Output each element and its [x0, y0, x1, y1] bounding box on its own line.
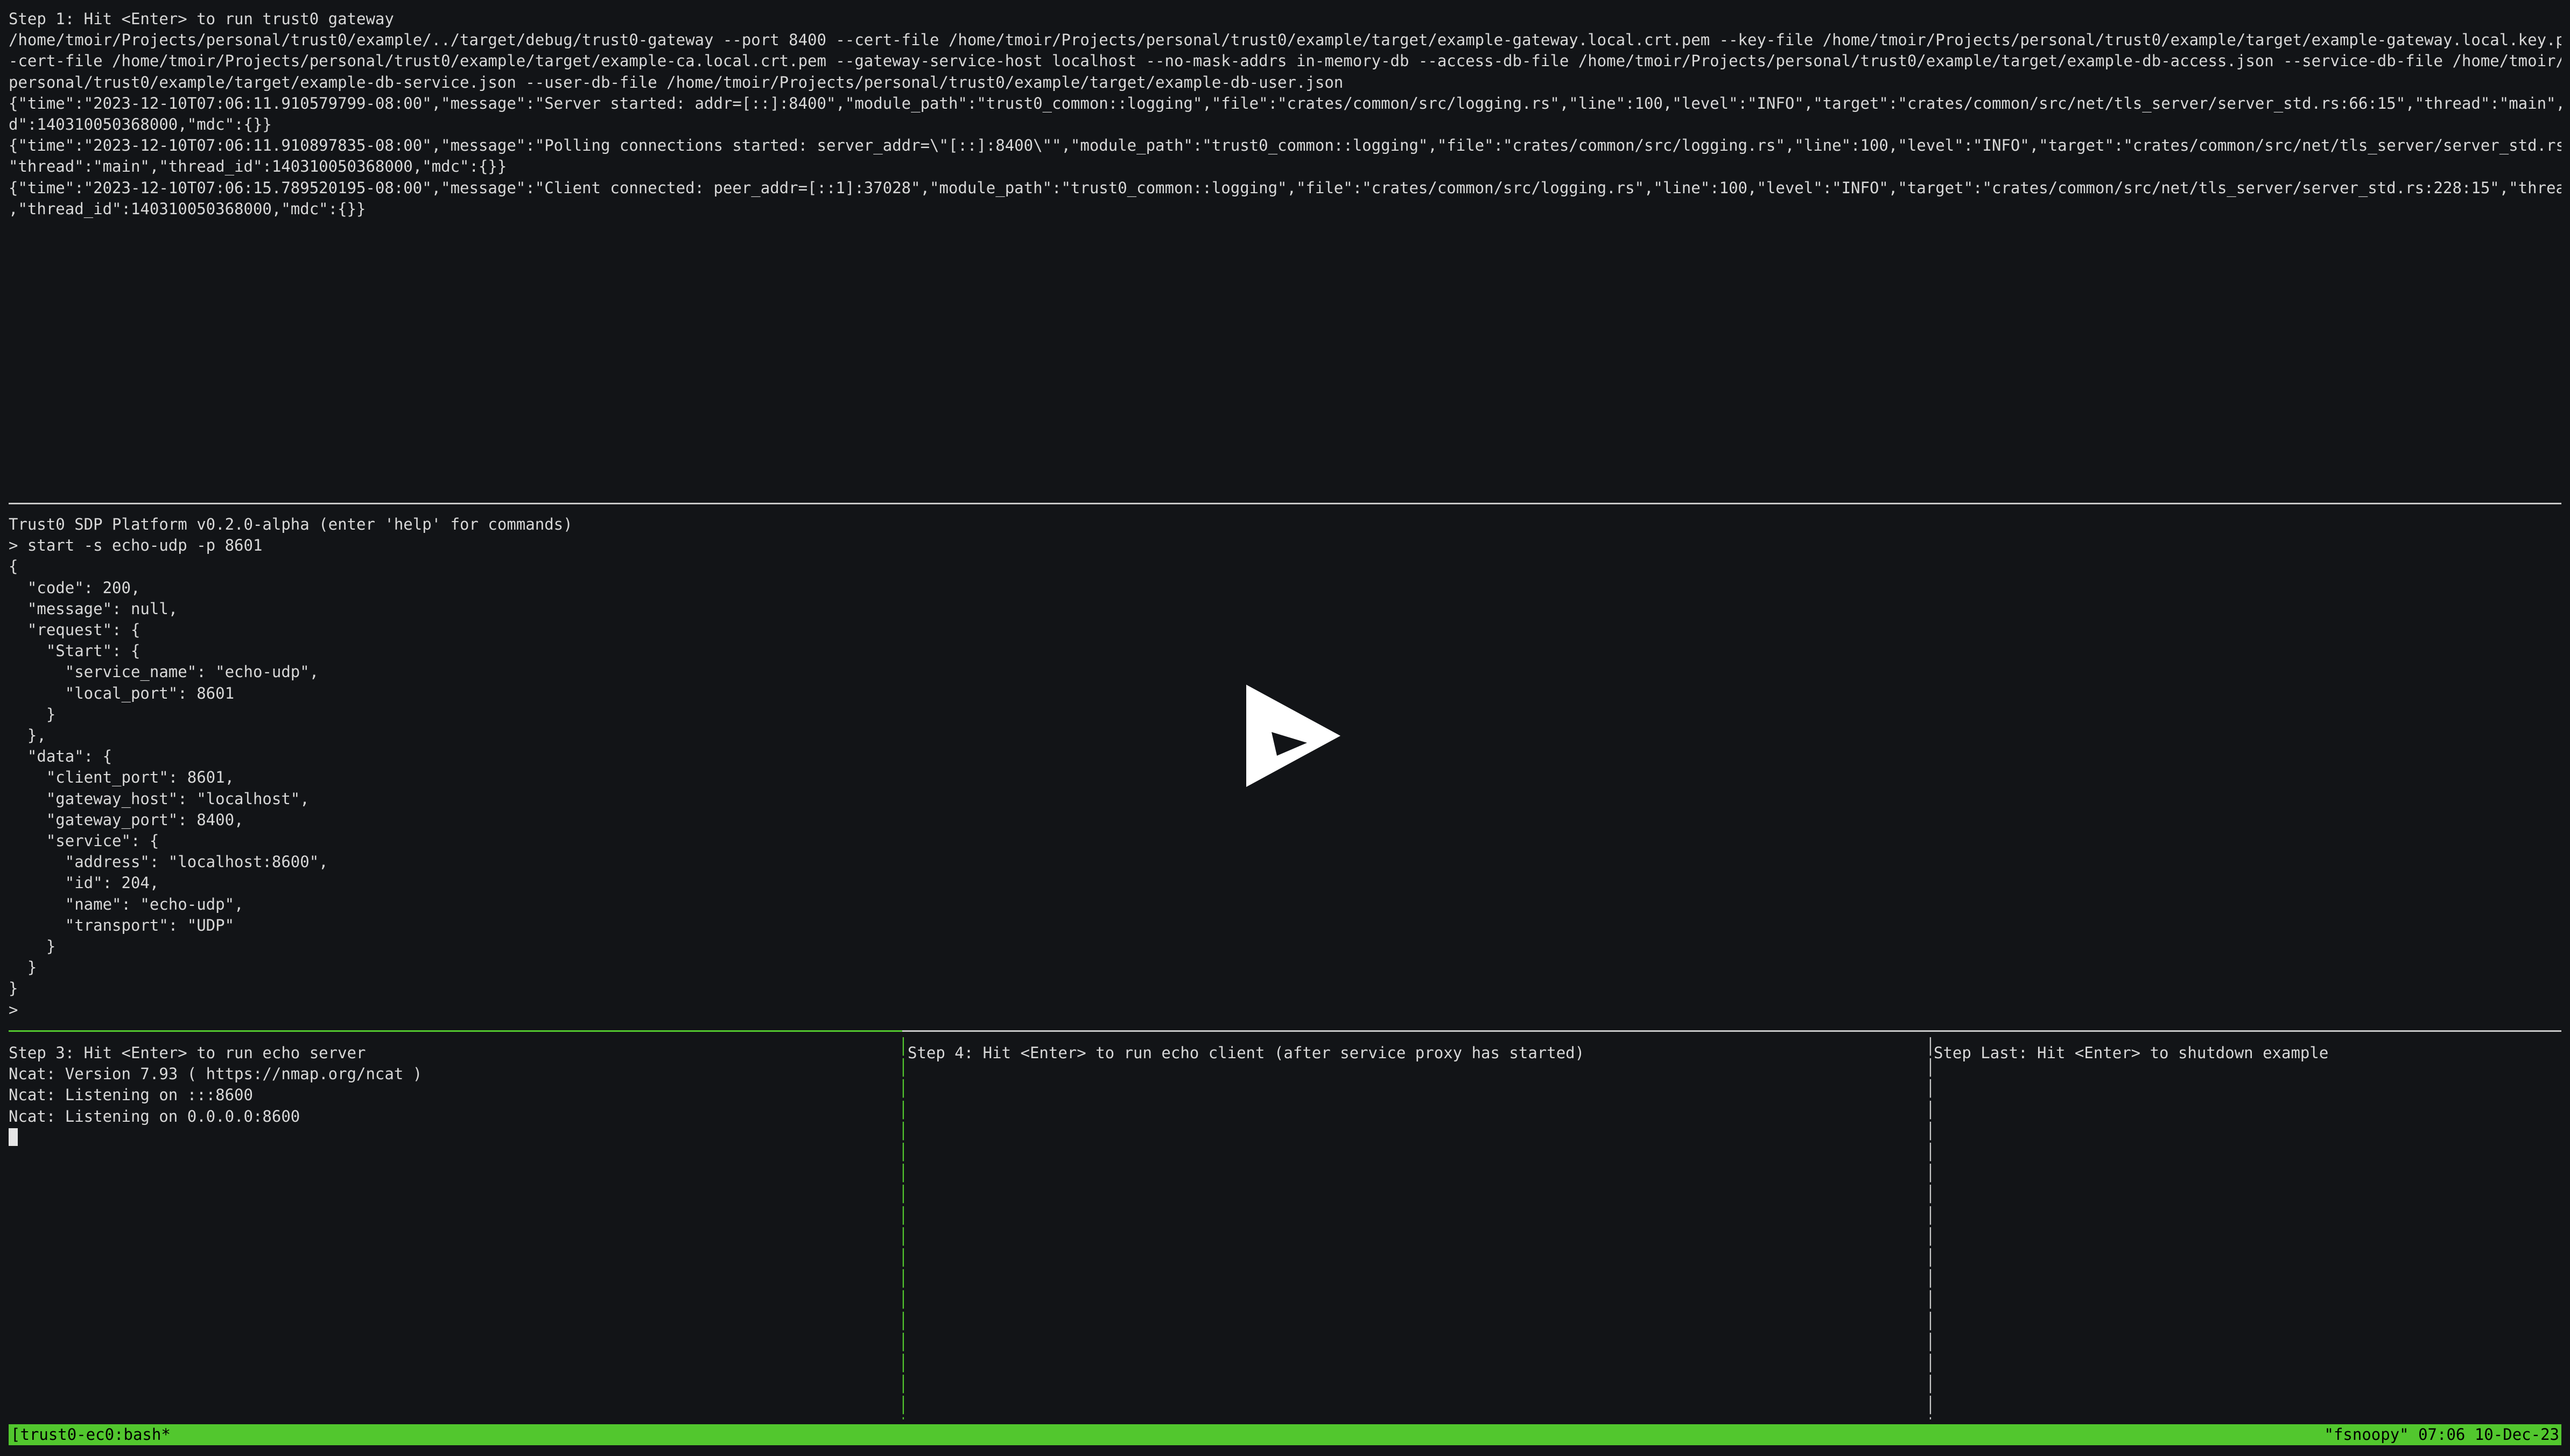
terminal-line: "name": "echo-udp", [9, 895, 244, 913]
gateway-pane[interactable]: Step 1: Hit <Enter> to run trust0 gatewa… [9, 9, 2561, 501]
echo-server-pane[interactable]: Step 3: Hit <Enter> to run echo server Nc… [9, 1043, 897, 1419]
terminal-line: ,"thread_id":140310050368000,"mdc":{}} [9, 199, 366, 218]
terminal-line: { [9, 557, 18, 576]
terminal-line: Ncat: Listening on 0.0.0.0:8600 [9, 1107, 300, 1126]
terminal-line: d":140310050368000,"mdc":{}} [9, 115, 272, 134]
terminal-line: {"time":"2023-12-10T07:06:11.910897835-0… [9, 136, 2561, 155]
terminal-line: "thread":"main","thread_id":140310050368… [9, 157, 507, 176]
host-time-date-label: "fsnoopy" 07:06 10-Dec-23 [2324, 1425, 2560, 1444]
terminal-line: /home/tmoir/Projects/personal/trust0/exa… [9, 31, 2561, 50]
terminal-line: "Start": { [9, 642, 141, 660]
terminal-cursor [9, 1128, 18, 1146]
echo-client-pane[interactable]: Step 4: Hit <Enter> to run echo client (… [908, 1043, 1925, 1419]
terminal-line: > [9, 1000, 18, 1019]
terminal-line: Step Last: Hit <Enter> to shutdown examp… [1934, 1044, 2329, 1062]
play-logo-icon[interactable] [1238, 679, 1346, 792]
terminal-line: Step 4: Hit <Enter> to run echo client (… [908, 1044, 1585, 1062]
terminal-line: "transport": "UDP" [9, 916, 235, 934]
terminal-line: Ncat: Version 7.93 ( https://nmap.org/nc… [9, 1065, 423, 1084]
terminal-line: Step 3: Hit <Enter> to run echo server [9, 1044, 366, 1062]
terminal-window: Step 1: Hit <Enter> to run trust0 gatewa… [0, 0, 2570, 1456]
shutdown-output: Step Last: Hit <Enter> to shutdown examp… [1934, 1043, 2564, 1064]
terminal-line: Ncat: Listening on :::8600 [9, 1086, 253, 1105]
session-window-label[interactable]: [trust0-ec0:bash* [11, 1424, 171, 1445]
shutdown-pane[interactable]: Step Last: Hit <Enter> to shutdown examp… [1934, 1043, 2564, 1419]
terminal-line: "service": { [9, 832, 159, 850]
pane-divider-top[interactable] [9, 503, 2561, 504]
terminal-line: } [9, 937, 56, 956]
tmux-status-bar: [trust0-ec0:bash* "fsnoopy" 07:06 10-Dec… [9, 1424, 2561, 1445]
terminal-line: personal/trust0/example/target/example-d… [9, 73, 1344, 92]
terminal-line: "code": 200, [9, 578, 141, 597]
terminal-line: > start -s echo-udp -p 8601 [9, 536, 263, 555]
terminal-line: {"time":"2023-12-10T07:06:15.789520195-0… [9, 178, 2561, 197]
terminal-line: Trust0 SDP Platform v0.2.0-alpha (enter … [9, 515, 573, 533]
terminal-line: "message": null, [9, 599, 178, 618]
terminal-line: "id": 204, [9, 874, 159, 892]
terminal-line: } [9, 979, 18, 998]
pane-divider-active-segment [9, 1030, 902, 1032]
terminal-line: "gateway_port": 8400, [9, 810, 244, 829]
terminal-line: Step 1: Hit <Enter> to run trust0 gatewa… [9, 10, 394, 28]
gateway-output: Step 1: Hit <Enter> to run trust0 gatewa… [9, 9, 2561, 220]
terminal-line: "address": "localhost:8600", [9, 853, 328, 871]
terminal-line: -cert-file /home/tmoir/Projects/personal… [9, 52, 2561, 71]
terminal-line: {"time":"2023-12-10T07:06:11.910579799-0… [9, 94, 2561, 112]
terminal-line: "request": { [9, 621, 141, 639]
echo-server-output: Step 3: Hit <Enter> to run echo server Nc… [9, 1043, 897, 1127]
echo-client-output: Step 4: Hit <Enter> to run echo client (… [908, 1043, 1925, 1064]
terminal-line: } [9, 958, 37, 977]
